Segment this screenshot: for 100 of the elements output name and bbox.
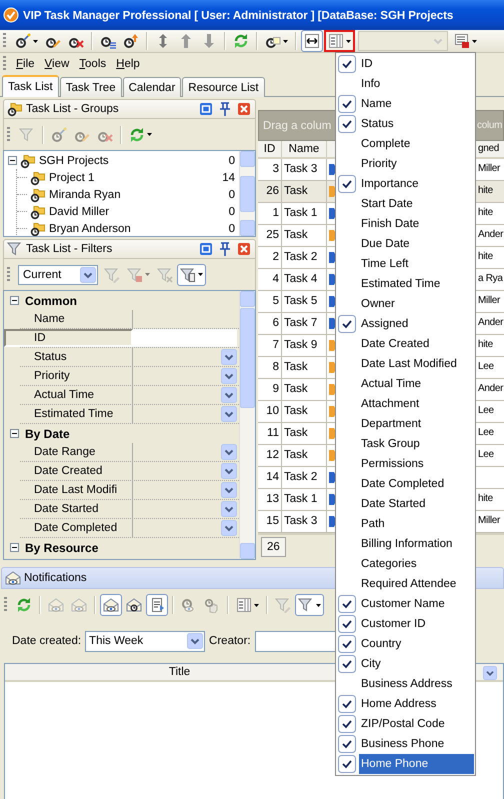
property-name[interactable]: Date Started [20, 500, 133, 518]
tree-item[interactable]: David Miller [49, 206, 226, 218]
tree-item[interactable]: Project 1 [49, 172, 220, 184]
tree-item[interactable]: Bryan Anderson [49, 222, 226, 234]
menu-item[interactable]: Priority [338, 154, 474, 174]
menu-item[interactable]: Path [338, 514, 474, 534]
property-name[interactable]: Date Completed [20, 519, 133, 537]
tree-item[interactable]: SGH Projects [39, 154, 226, 166]
menu-item[interactable]: Customer ID [338, 614, 474, 634]
menu-item[interactable]: File [11, 56, 40, 72]
menu-item[interactable]: Billing Information [338, 534, 474, 554]
property-name[interactable]: Actual Time [20, 386, 133, 404]
columns-button[interactable] [324, 30, 355, 52]
menu-item[interactable]: View [40, 56, 74, 72]
tab[interactable]: Task List [2, 75, 59, 97]
menu-item[interactable]: Attachment [338, 394, 474, 414]
scrollbar[interactable] [239, 291, 255, 559]
property-name[interactable]: Date Created [20, 462, 133, 480]
pin-icon[interactable] [217, 101, 233, 117]
collapse-toggle[interactable] [8, 156, 17, 165]
menu-item[interactable]: Date Last Modified [338, 354, 474, 374]
menu-item[interactable]: Assigned [338, 314, 474, 334]
funnel-button[interactable] [295, 594, 324, 616]
menu-item[interactable]: Home Address [338, 694, 474, 714]
menu-item[interactable]: Time Left [338, 254, 474, 274]
menu-item[interactable]: Actual Time [338, 374, 474, 394]
scrollbar[interactable] [239, 151, 255, 236]
menu-item[interactable]: Required Attendee [338, 574, 474, 594]
menu-item[interactable]: Help [111, 56, 145, 72]
property-name[interactable]: Priority [20, 367, 133, 385]
menu-item[interactable]: ZIP/Postal Code [338, 714, 474, 734]
menu-item[interactable]: Estimated Time [338, 274, 474, 294]
grip-handle[interactable] [3, 56, 6, 72]
menu-item[interactable]: Business Phone [338, 734, 474, 754]
tab[interactable]: Resource List [182, 77, 265, 97]
chevron-down-icon[interactable] [221, 520, 237, 536]
menu-item[interactable]: Importance [338, 174, 474, 194]
restore-icon[interactable] [198, 101, 214, 117]
grip-handle[interactable] [4, 597, 7, 613]
property-name[interactable]: Name [20, 310, 133, 328]
chevron-down-icon[interactable] [221, 463, 237, 479]
menu-item[interactable]: Tools [74, 56, 112, 72]
menu-item[interactable]: Finish Date [338, 214, 474, 234]
input-field[interactable] [133, 329, 237, 347]
property-name[interactable]: Estimated Time [20, 405, 133, 423]
menu-item[interactable]: ID [338, 54, 474, 74]
grip-handle[interactable] [7, 266, 10, 282]
collapse-toggle[interactable] [10, 543, 19, 552]
property-name[interactable]: Date Last Modifi [20, 481, 133, 499]
menu-item[interactable]: Owner [338, 294, 474, 314]
restore-icon[interactable] [198, 241, 214, 257]
menu-item[interactable]: Date Started [338, 494, 474, 514]
menu-item[interactable]: Due Date [338, 234, 474, 254]
property-name[interactable]: Date Range [20, 443, 133, 461]
menu-item[interactable]: Complete [338, 134, 474, 154]
close-icon[interactable] [236, 101, 252, 117]
funnel-columns-button[interactable] [177, 264, 206, 286]
menu-item[interactable]: Country [338, 634, 474, 654]
envelope-doc-button[interactable] [146, 594, 168, 616]
grip-handle[interactable] [3, 33, 6, 49]
chevron-down-icon[interactable] [221, 444, 237, 460]
chevron-down-icon[interactable] [221, 368, 237, 384]
dropdown-field[interactable]: Current [18, 264, 98, 284]
menu-item[interactable]: Name [338, 94, 474, 114]
collapse-toggle[interactable] [10, 296, 19, 305]
menu-item[interactable]: Status [338, 114, 474, 134]
folder-clock-icon [20, 152, 36, 168]
tab[interactable]: Calendar [122, 77, 182, 97]
chevron-down-icon[interactable] [221, 482, 237, 498]
menu-item[interactable]: Task Group [338, 434, 474, 454]
menu-item[interactable]: Start Date [338, 194, 474, 214]
menu-item[interactable]: Categories [338, 554, 474, 574]
menu-item[interactable]: Date Completed [338, 474, 474, 494]
menu-item[interactable]: Info [338, 74, 474, 94]
pin-icon[interactable] [217, 241, 233, 257]
dropdown-field[interactable]: This Week [85, 630, 206, 652]
fit-width-button[interactable] [301, 30, 323, 52]
close-icon[interactable] [236, 241, 252, 257]
chevron-down-icon[interactable] [221, 501, 237, 517]
checkmark-icon [338, 55, 356, 73]
tab[interactable]: Task Tree [60, 77, 122, 97]
tree-item[interactable]: Miranda Ryan [49, 188, 226, 200]
property-name[interactable]: Status [20, 348, 133, 366]
chevron-down-icon[interactable] [483, 666, 497, 680]
collapse-toggle[interactable] [10, 429, 19, 438]
table-cell: Task [282, 357, 327, 378]
column-header[interactable]: Name [282, 141, 327, 157]
chevron-down-icon[interactable] [221, 387, 237, 403]
column-header[interactable]: ID [258, 141, 282, 157]
menu-item[interactable]: Permissions [338, 454, 474, 474]
table-cell: 3 [258, 159, 282, 180]
chevron-down-icon[interactable] [221, 406, 237, 422]
menu-item[interactable]: Date Created [338, 334, 474, 354]
property-name[interactable]: ID [4, 329, 133, 347]
envelope-eye-button[interactable] [100, 594, 122, 616]
chevron-down-icon[interactable] [221, 349, 237, 365]
column-header[interactable]: gned [476, 141, 504, 157]
menu-item[interactable]: Customer Name [338, 594, 474, 614]
menu-item[interactable]: Department [338, 414, 474, 434]
grip-handle[interactable] [7, 126, 10, 142]
